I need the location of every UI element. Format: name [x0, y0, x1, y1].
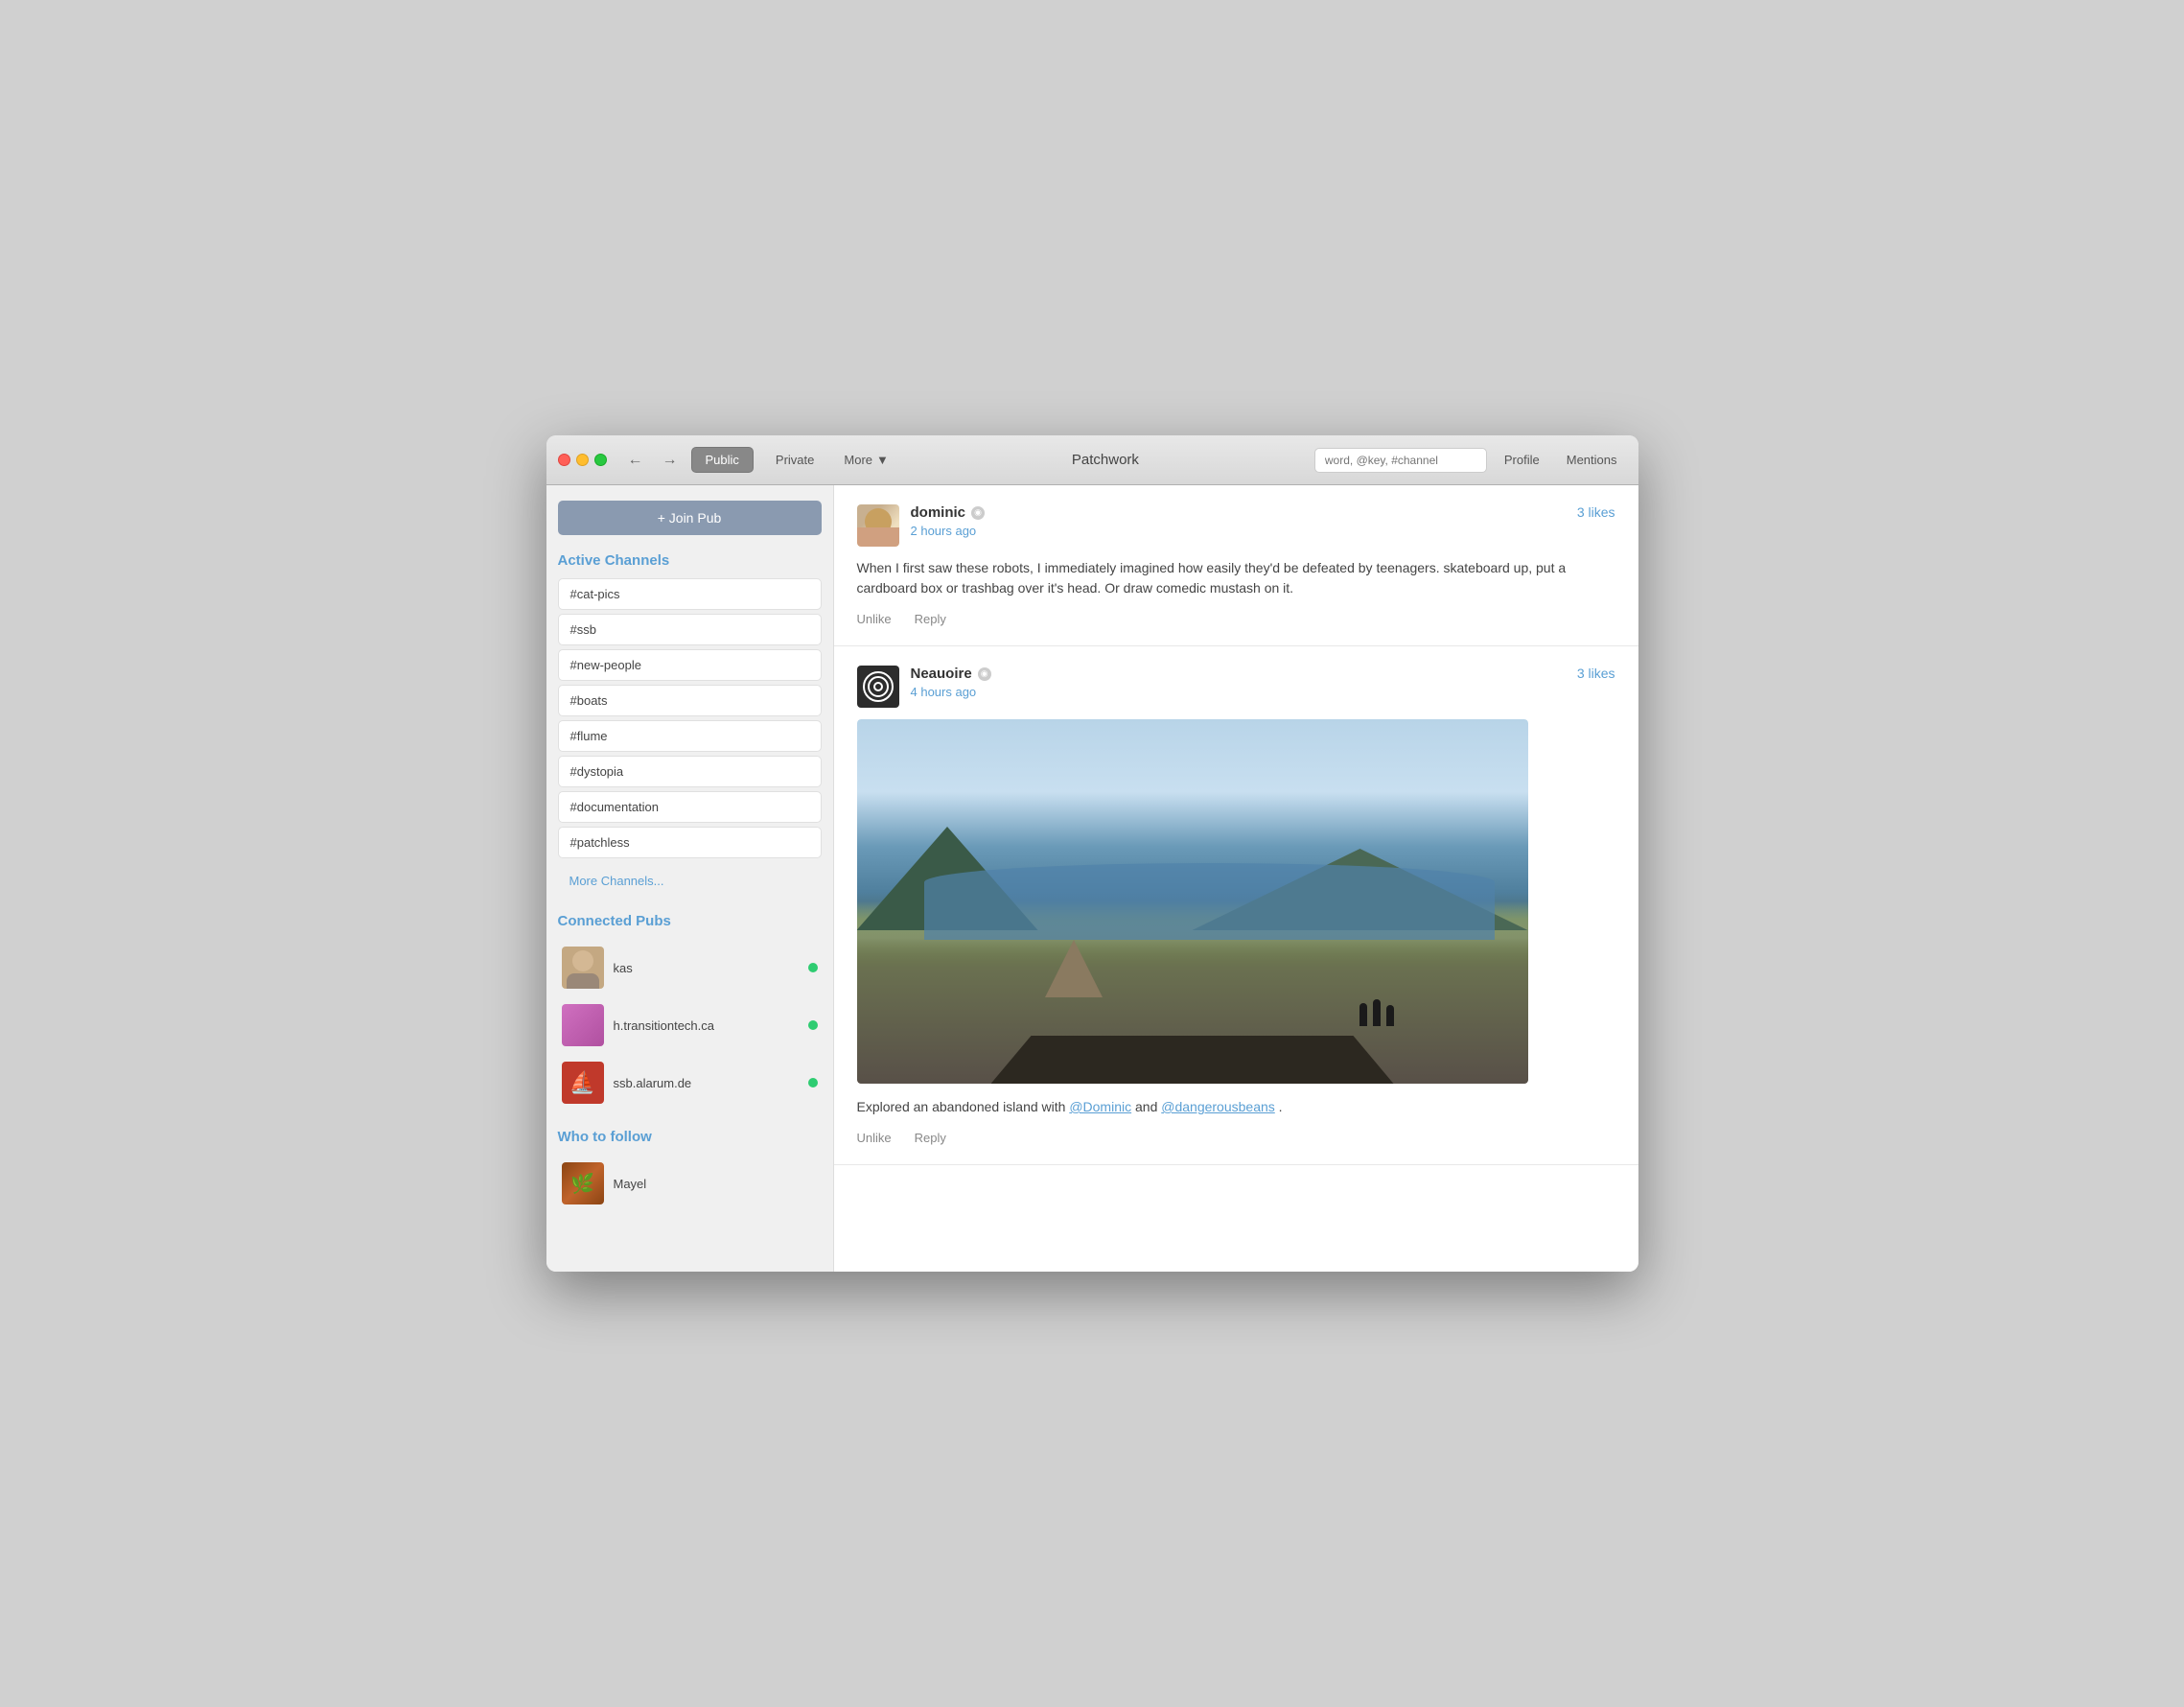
mention-dominic[interactable]: @Dominic [1069, 1099, 1131, 1114]
active-channels-title: Active Channels [558, 552, 822, 569]
post-time[interactable]: 4 hours ago [911, 685, 977, 699]
post-meta: dominic ◉ 2 hours ago [911, 504, 1577, 540]
channel-item[interactable]: #patchless [558, 827, 822, 858]
person-silhouette [1386, 1005, 1394, 1026]
close-button[interactable] [558, 454, 570, 466]
triangle-sign [1045, 940, 1103, 997]
channel-item[interactable]: #ssb [558, 614, 822, 645]
channel-item[interactable]: #new-people [558, 649, 822, 681]
online-indicator [808, 1078, 818, 1087]
forward-button[interactable]: → [657, 448, 684, 473]
pub-name: ssb.alarum.de [614, 1076, 799, 1090]
post-author-row: dominic ◉ [911, 504, 1577, 521]
post-actions: Unlike Reply [857, 612, 1615, 626]
pub-name: kas [614, 961, 799, 975]
people-silhouettes [1359, 999, 1394, 1026]
pub-avatar-kas [562, 947, 604, 989]
post-author-name[interactable]: dominic [911, 504, 966, 521]
channel-item[interactable]: #flume [558, 720, 822, 752]
author-avatar-dominic[interactable] [857, 504, 899, 547]
unlike-button[interactable]: Unlike [857, 612, 892, 626]
channel-item[interactable]: #dystopia [558, 756, 822, 787]
maximize-button[interactable] [594, 454, 607, 466]
caption-end: . [1279, 1099, 1283, 1114]
online-indicator [808, 1020, 818, 1030]
chevron-down-icon: ▼ [876, 453, 889, 467]
post-card: Neauoire ◉ 4 hours ago 3 likes [834, 646, 1638, 1165]
post-time[interactable]: 2 hours ago [911, 524, 977, 538]
pub-item[interactable]: h.transitiontech.ca [558, 996, 822, 1054]
water-area [924, 863, 1495, 940]
author-avatar-neauoire[interactable] [857, 666, 899, 708]
back-button[interactable]: ← [622, 448, 649, 473]
traffic-lights [558, 454, 607, 466]
more-button[interactable]: More ▼ [836, 448, 896, 472]
online-indicator [808, 963, 818, 972]
follow-name: Mayel [614, 1177, 647, 1191]
caption-mid: and [1135, 1099, 1161, 1114]
post-body: When I first saw these robots, I immedia… [857, 558, 1615, 598]
follow-avatar-mayel: 🌿 [562, 1162, 604, 1204]
connected-pubs-section: Connected Pubs kas h.transitiontech.ca [558, 913, 822, 1111]
channel-list: #cat-pics #ssb #new-people #boats #flume… [558, 578, 822, 858]
follow-item[interactable]: 🌿 Mayel [558, 1155, 822, 1212]
who-to-follow-section: Who to follow 🌿 Mayel [558, 1129, 822, 1212]
post-author-row: Neauoire ◉ [911, 666, 1577, 682]
main-layout: + Join Pub Active Channels #cat-pics #ss… [546, 485, 1638, 1272]
channel-item[interactable]: #cat-pics [558, 578, 822, 610]
profile-button[interactable]: Profile [1495, 448, 1549, 472]
post-caption: Explored an abandoned island with @Domin… [857, 1097, 1615, 1117]
pub-item[interactable]: kas [558, 939, 822, 996]
who-to-follow-title: Who to follow [558, 1129, 822, 1145]
reply-button[interactable]: Reply [915, 612, 946, 626]
feed: dominic ◉ 2 hours ago 3 likes When I fir… [834, 485, 1638, 1272]
post-header: dominic ◉ 2 hours ago 3 likes [857, 504, 1615, 547]
private-tab[interactable]: Private [761, 447, 828, 473]
post-header: Neauoire ◉ 4 hours ago 3 likes [857, 666, 1615, 708]
kas-body [567, 973, 599, 989]
mentions-button[interactable]: Mentions [1557, 448, 1627, 472]
titlebar: ← → Public Private More ▼ Patchwork Prof… [546, 435, 1638, 485]
connected-pubs-title: Connected Pubs [558, 913, 822, 929]
post-actions: Unlike Reply [857, 1131, 1615, 1145]
more-channels-link[interactable]: More Channels... [558, 866, 822, 896]
likes-count[interactable]: 3 likes [1577, 666, 1615, 681]
post-meta: Neauoire ◉ 4 hours ago [911, 666, 1577, 701]
search-input[interactable] [1314, 448, 1487, 473]
unlike-button[interactable]: Unlike [857, 1131, 892, 1145]
post-author-name[interactable]: Neauoire [911, 666, 972, 682]
person-silhouette [1359, 1003, 1367, 1026]
app-title: Patchwork [904, 452, 1307, 468]
spiral-core [873, 682, 883, 691]
foreground-path [991, 988, 1394, 1084]
spiral-inner [868, 676, 889, 697]
kas-face [572, 950, 593, 971]
post-card: dominic ◉ 2 hours ago 3 likes When I fir… [834, 485, 1638, 646]
public-tab[interactable]: Public [691, 447, 754, 473]
minimize-button[interactable] [576, 454, 589, 466]
verified-icon: ◉ [978, 667, 991, 681]
reply-button[interactable]: Reply [915, 1131, 946, 1145]
join-pub-button[interactable]: + Join Pub [558, 501, 822, 535]
mention-dangerousbeans[interactable]: @dangerousbeans [1161, 1099, 1275, 1114]
pub-item[interactable]: ⛵ ssb.alarum.de [558, 1054, 822, 1111]
spiral-icon [863, 671, 894, 702]
more-label: More [844, 453, 872, 467]
app-window: ← → Public Private More ▼ Patchwork Prof… [546, 435, 1638, 1272]
caption-text: Explored an abandoned island with [857, 1099, 1066, 1114]
pub-avatar-transitiontech [562, 1004, 604, 1046]
likes-count[interactable]: 3 likes [1577, 504, 1615, 520]
channel-item[interactable]: #documentation [558, 791, 822, 823]
ship-icon: ⛵ [569, 1070, 595, 1095]
sidebar: + Join Pub Active Channels #cat-pics #ss… [546, 485, 834, 1272]
channel-item[interactable]: #boats [558, 685, 822, 716]
pub-name: h.transitiontech.ca [614, 1018, 799, 1033]
pub-avatar-ssb: ⛵ [562, 1062, 604, 1104]
verified-icon: ◉ [971, 506, 985, 520]
person-silhouette [1373, 999, 1381, 1026]
landscape-photo [857, 719, 1528, 1084]
post-image [857, 719, 1528, 1084]
